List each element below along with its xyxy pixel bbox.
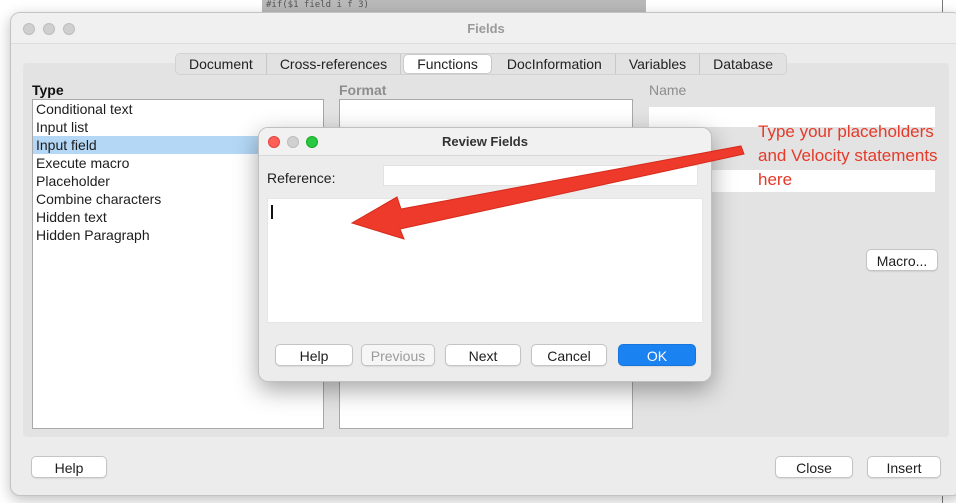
review-fields-titlebar: Review Fields <box>259 128 711 156</box>
annotation-line-1: Type your placeholders <box>758 122 934 141</box>
text-caret <box>271 205 273 219</box>
format-heading: Format <box>339 82 387 98</box>
type-heading: Type <box>32 82 64 98</box>
fields-window-title: Fields <box>467 21 505 36</box>
field-text-area[interactable] <box>267 198 703 323</box>
close-button[interactable]: Close <box>775 456 853 478</box>
previous-button[interactable]: Previous <box>361 344 435 366</box>
annotation-line-2: and Velocity statements <box>758 146 938 165</box>
next-button[interactable]: Next <box>445 344 521 366</box>
name-heading: Name <box>649 82 687 98</box>
tab-cross-references[interactable]: Cross-references <box>267 54 402 74</box>
annotation-callout: Type your placeholders and Velocity stat… <box>758 120 956 192</box>
tab-variables[interactable]: Variables <box>616 54 701 74</box>
tab-docinformation[interactable]: DocInformation <box>494 54 616 74</box>
dialog-help-button[interactable]: Help <box>275 344 353 366</box>
insert-button[interactable]: Insert <box>867 456 941 478</box>
fields-titlebar: Fields <box>11 13 956 44</box>
reference-input[interactable] <box>383 165 698 186</box>
cancel-button[interactable]: Cancel <box>531 344 607 366</box>
review-fields-dialog: Review Fields Reference: Help Previous N… <box>258 127 712 382</box>
fields-tab-bar: Document Cross-references Functions DocI… <box>175 53 788 75</box>
review-fields-title: Review Fields <box>442 134 528 149</box>
tab-database[interactable]: Database <box>700 54 786 74</box>
type-item-conditional-text[interactable]: Conditional text <box>33 100 323 118</box>
annotation-line-3: here <box>758 170 793 189</box>
macro-button[interactable]: Macro... <box>866 249 938 271</box>
tab-document[interactable]: Document <box>176 54 267 74</box>
tab-functions[interactable]: Functions <box>403 54 492 74</box>
help-button[interactable]: Help <box>31 456 107 478</box>
ok-button[interactable]: OK <box>618 344 696 366</box>
reference-label: Reference: <box>267 170 336 186</box>
